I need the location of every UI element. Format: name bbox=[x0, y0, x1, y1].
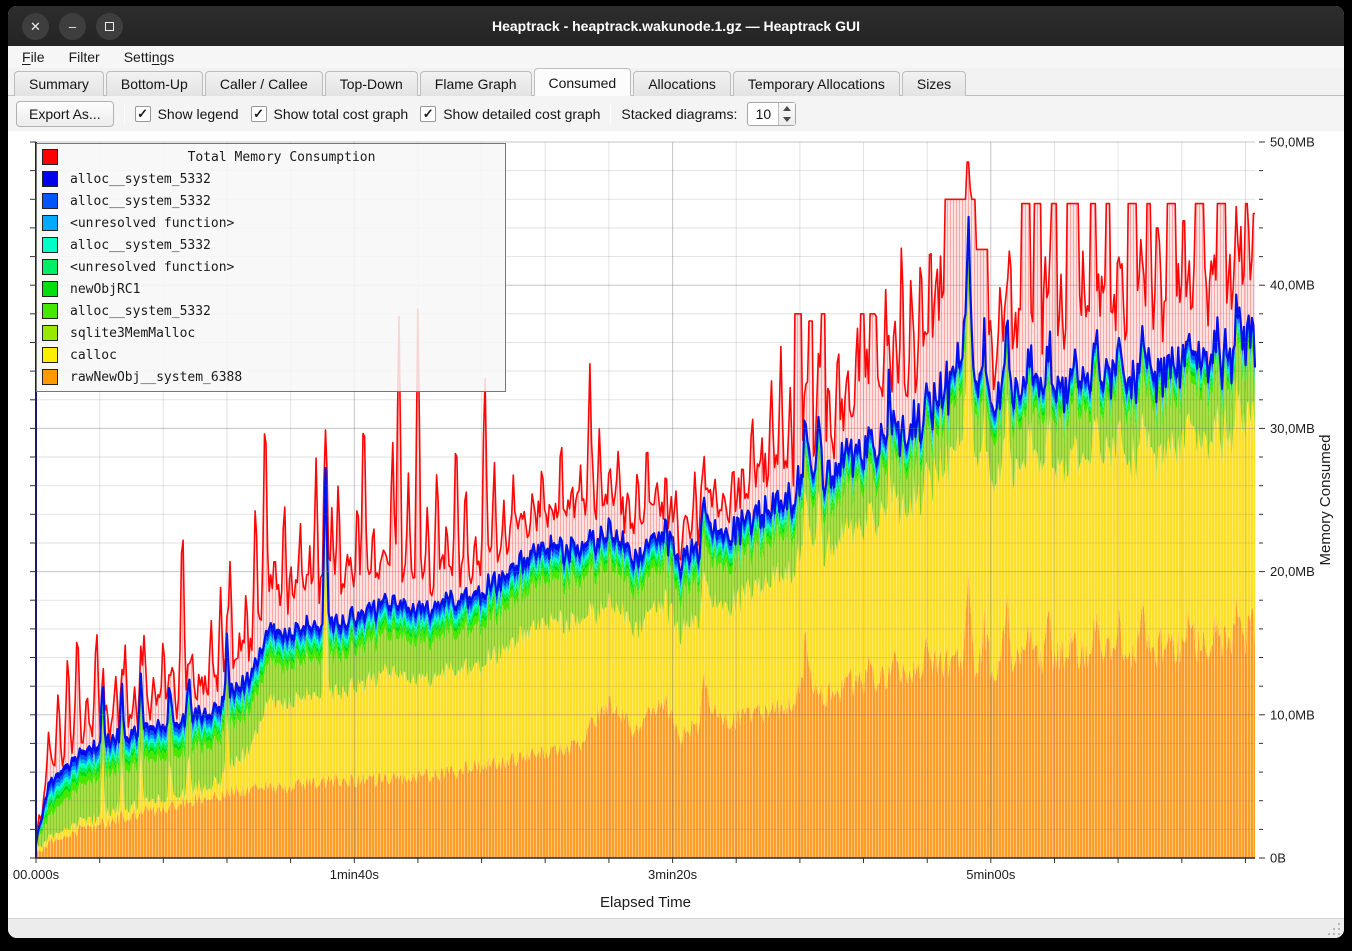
legend-swatch bbox=[42, 303, 58, 319]
legend-item: <unresolved function> bbox=[37, 212, 505, 234]
status-bar bbox=[8, 918, 1344, 938]
tab-bar: SummaryBottom-UpCaller / CalleeTop-DownF… bbox=[8, 68, 1344, 96]
legend-label: calloc bbox=[70, 348, 117, 363]
stepper-buttons bbox=[778, 103, 795, 125]
legend-label: Total Memory Consumption bbox=[58, 150, 505, 165]
legend-label: alloc__system_5332 bbox=[70, 172, 211, 187]
toolbar-separator bbox=[124, 104, 125, 124]
legend-title-row: Total Memory Consumption bbox=[37, 146, 505, 168]
minimize-icon[interactable]: – bbox=[59, 13, 86, 40]
checkbox-label: Show total cost graph bbox=[274, 106, 409, 122]
stepper-up-icon[interactable] bbox=[779, 103, 795, 114]
window-title: Heaptrack - heaptrack.wakunode.1.gz — He… bbox=[8, 18, 1344, 34]
y-tick-label: 50,0MB bbox=[1270, 135, 1315, 150]
legend-label: alloc__system_5332 bbox=[70, 194, 211, 209]
y-tick-label: 30,0MB bbox=[1270, 421, 1315, 436]
legend-swatch bbox=[42, 325, 58, 341]
legend-item: alloc__system_5332 bbox=[37, 234, 505, 256]
stacked-diagrams-value: 10 bbox=[748, 103, 778, 125]
toolbar: Export As... ✓ Show legend ✓ Show total cos… bbox=[8, 96, 1344, 131]
menu-item-file[interactable]: File bbox=[22, 49, 45, 65]
close-icon[interactable]: ✕ bbox=[22, 13, 49, 40]
y-tick-label: 0B bbox=[1270, 851, 1286, 866]
legend-item: alloc__system_5332 bbox=[37, 300, 505, 322]
tab-temporary-allocations[interactable]: Temporary Allocations bbox=[733, 71, 900, 96]
menu-item-filter[interactable]: Filter bbox=[69, 49, 100, 65]
legend-label: newObjRC1 bbox=[70, 282, 140, 297]
x-tick-label: 1min40s bbox=[330, 867, 380, 882]
legend-item: rawNewObj__system_6388 bbox=[37, 366, 505, 388]
checkbox-label: Show legend bbox=[158, 106, 239, 122]
window-controls: ✕ – bbox=[22, 13, 123, 40]
checkbox-check-icon: ✓ bbox=[135, 106, 151, 122]
tab-summary[interactable]: Summary bbox=[14, 71, 104, 96]
toolbar-separator bbox=[610, 104, 611, 124]
stacked-diagrams-label: Stacked diagrams: bbox=[621, 106, 737, 122]
y-tick-label: 10,0MB bbox=[1270, 707, 1315, 722]
menu-bar: File Filter Settings bbox=[8, 46, 1344, 68]
tab-top-down[interactable]: Top-Down bbox=[325, 71, 418, 96]
tab-allocations[interactable]: Allocations bbox=[633, 71, 731, 96]
maximize-icon[interactable] bbox=[96, 13, 123, 40]
checkbox-label: Show detailed cost graph bbox=[443, 106, 600, 122]
legend-label: sqlite3MemMalloc bbox=[70, 326, 195, 341]
legend-item: newObjRC1 bbox=[37, 278, 505, 300]
tab-caller-callee[interactable]: Caller / Callee bbox=[205, 71, 323, 96]
legend-swatch bbox=[42, 215, 58, 231]
maximize-square-glyph bbox=[105, 22, 114, 31]
legend-item: <unresolved function> bbox=[37, 256, 505, 278]
x-tick-label: 5min00s bbox=[966, 867, 1016, 882]
stepper-down-icon[interactable] bbox=[779, 114, 795, 125]
legend-swatch bbox=[42, 281, 58, 297]
menu-item-settings[interactable]: Settings bbox=[124, 49, 175, 65]
legend-item: sqlite3MemMalloc bbox=[37, 322, 505, 344]
y-tick-label: 40,0MB bbox=[1270, 278, 1315, 293]
tab-sizes[interactable]: Sizes bbox=[902, 71, 966, 96]
toolbar-checkbox-group: ✓ Show legend ✓ Show total cost graph ✓ Show … bbox=[135, 106, 601, 122]
legend-item: calloc bbox=[37, 344, 505, 366]
memory-consumption-chart[interactable]: 0B 10,0MB 20,0MB 30,0MB 40,0MB 50,0MB 00.000s 1… bbox=[8, 131, 1344, 918]
resize-grip-icon[interactable] bbox=[1327, 922, 1340, 935]
checkbox-check-icon: ✓ bbox=[251, 106, 267, 122]
legend-swatch bbox=[42, 149, 58, 165]
legend-item: alloc__system_5332 bbox=[37, 168, 505, 190]
legend-label: <unresolved function> bbox=[70, 260, 234, 275]
legend-swatch bbox=[42, 171, 58, 187]
legend-label: alloc__system_5332 bbox=[70, 304, 211, 319]
tab-consumed[interactable]: Consumed bbox=[534, 68, 632, 96]
x-tick-label: 00.000s bbox=[13, 867, 60, 882]
x-axis-title: Elapsed Time bbox=[600, 894, 691, 911]
legend-swatch bbox=[42, 347, 58, 363]
checkbox-show-legend[interactable]: ✓ Show legend bbox=[135, 106, 239, 122]
checkbox-check-icon: ✓ bbox=[420, 106, 436, 122]
app-window: ✕ – Heaptrack - heaptrack.wakunode.1.gz … bbox=[8, 6, 1344, 938]
y-axis-title: Memory Consumed bbox=[1317, 435, 1334, 566]
screen: ✕ – Heaptrack - heaptrack.wakunode.1.gz … bbox=[0, 0, 1352, 951]
x-tick-label: 3min20s bbox=[648, 867, 698, 882]
legend-swatch bbox=[42, 259, 58, 275]
title-bar: ✕ – Heaptrack - heaptrack.wakunode.1.gz … bbox=[8, 6, 1344, 46]
chart-legend: Total Memory Consumption alloc__system_53… bbox=[36, 143, 506, 392]
legend-swatch bbox=[42, 237, 58, 253]
checkbox-show-detailed-cost-graph[interactable]: ✓ Show detailed cost graph bbox=[420, 106, 600, 122]
legend-label: rawNewObj__system_6388 bbox=[70, 370, 242, 385]
tab-bottom-up[interactable]: Bottom-Up bbox=[106, 71, 203, 96]
legend-swatch bbox=[42, 369, 58, 385]
legend-label: <unresolved function> bbox=[70, 216, 234, 231]
tab-flame-graph[interactable]: Flame Graph bbox=[420, 71, 532, 96]
legend-label: alloc__system_5332 bbox=[70, 238, 211, 253]
y-tick-label: 20,0MB bbox=[1270, 564, 1315, 579]
legend-item: alloc__system_5332 bbox=[37, 190, 505, 212]
checkbox-show-total-cost-graph[interactable]: ✓ Show total cost graph bbox=[251, 106, 409, 122]
legend-swatch bbox=[42, 193, 58, 209]
stacked-diagrams-stepper[interactable]: 10 bbox=[747, 102, 796, 126]
export-as-button[interactable]: Export As... bbox=[16, 101, 114, 127]
